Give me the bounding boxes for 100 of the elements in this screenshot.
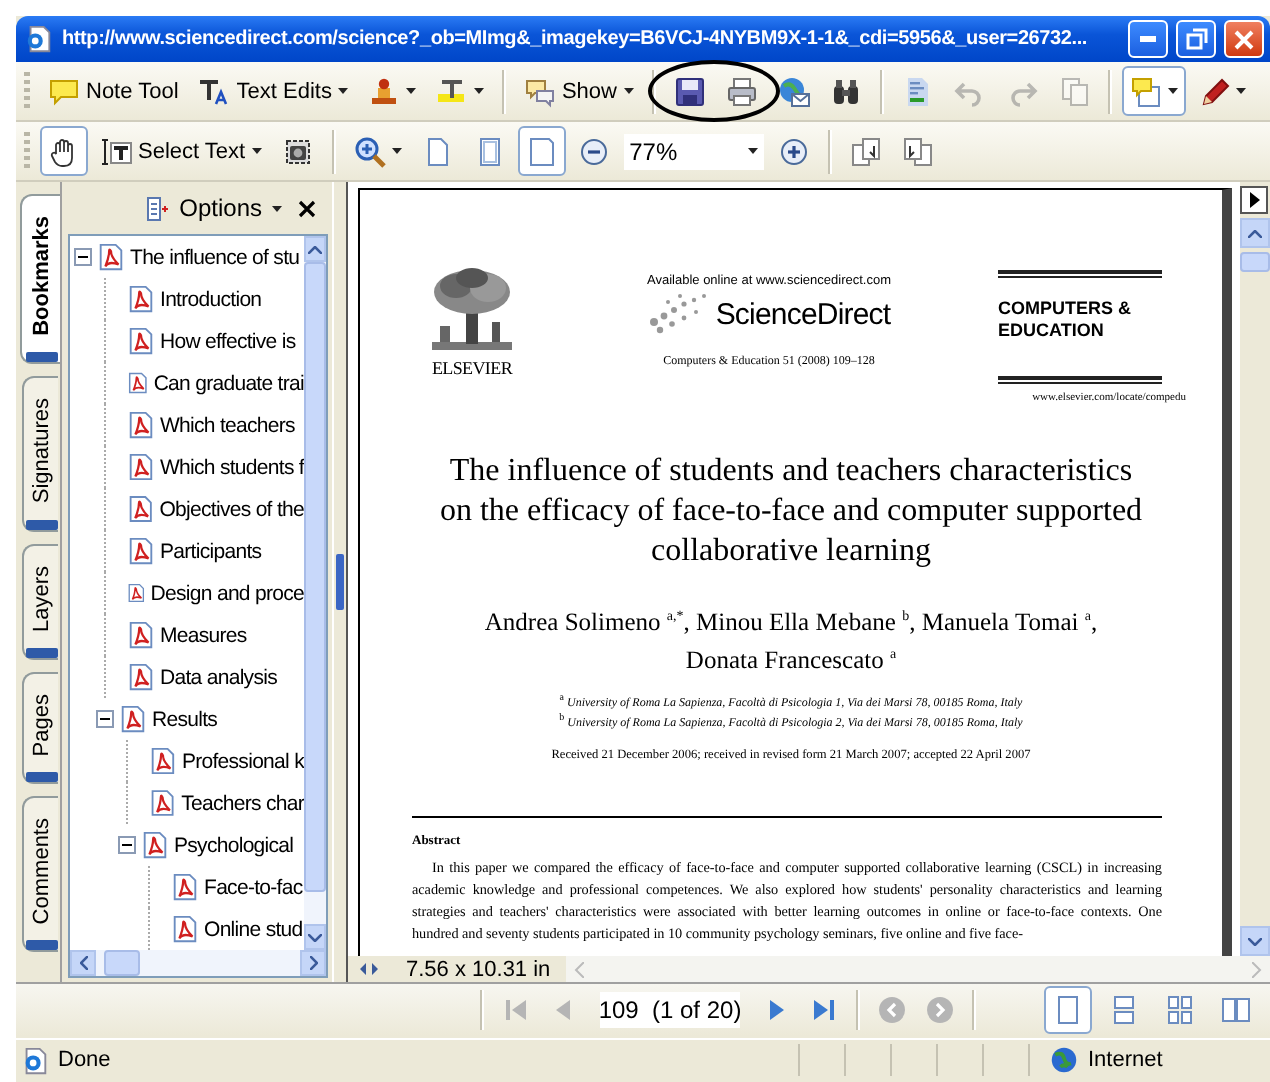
bookmark-item[interactable]: Participants — [70, 530, 304, 572]
browser-page-icon — [20, 1045, 50, 1075]
show-button[interactable]: Show — [515, 66, 641, 116]
minimize-button[interactable] — [1128, 20, 1168, 58]
minus-circle-icon — [577, 135, 610, 167]
caret-icon — [1167, 88, 1177, 94]
side-tab[interactable]: Bookmarks — [20, 194, 60, 364]
side-tab[interactable]: Signatures — [22, 375, 58, 532]
bookmark-item[interactable]: Psychological — [70, 824, 304, 866]
bookmark-item[interactable]: Which students f — [70, 446, 304, 488]
caret-icon — [391, 148, 402, 154]
splitter[interactable] — [332, 182, 346, 982]
side-tab[interactable]: Pages — [22, 671, 58, 784]
single-page-button[interactable] — [1044, 986, 1092, 1034]
scroll-right-button[interactable] — [300, 950, 326, 976]
plus-circle-icon — [777, 135, 810, 167]
bookmark-item[interactable]: Data analysis — [70, 656, 304, 698]
security-zone: Internet — [1088, 1048, 1163, 1072]
bookmark-item[interactable]: The influence of stu — [70, 236, 304, 278]
status-text: Done — [58, 1048, 113, 1072]
journal-name: COMPUTERS & EDUCATION — [998, 298, 1134, 343]
page-icon — [525, 135, 558, 167]
options-icon — [145, 195, 170, 221]
highlighter-icon — [435, 75, 468, 107]
bookmark-icon — [126, 494, 156, 524]
binoculars-icon — [829, 75, 861, 107]
window-title: http://www.sciencedirect.com/science?_ob=MImg&_imagekey=B6VCJ-4NYBM9X-1-1&_cdi=5956&_user=26732... — [62, 28, 1089, 50]
bookmark-item[interactable]: Design and proce — [70, 572, 304, 614]
pages-icon — [901, 135, 934, 167]
pages-icon — [849, 135, 882, 167]
bookmark-icon — [126, 662, 156, 692]
hand-tool-button[interactable] — [40, 126, 88, 176]
author-list: Andrea Solimeno $^{a,*}$, Minou Ella Mebane $^{b}$, Manuela Tomai $^{a}$, Donata Francescato $^{a}$ — [360, 599, 1222, 676]
bookmark-item[interactable]: Face-to-fac — [70, 866, 304, 908]
bookmark-item[interactable]: Professional k — [70, 740, 304, 782]
page-layout-icon — [1164, 994, 1196, 1026]
options-button[interactable]: Options — [145, 194, 282, 222]
bookmark-item[interactable]: Results — [70, 698, 304, 740]
text-edits-button[interactable]: Text Edits — [190, 66, 356, 116]
side-tab[interactable]: Comments — [22, 795, 58, 952]
minimize-icon — [1140, 36, 1156, 42]
camera-icon — [281, 135, 314, 167]
scroll-thumb[interactable] — [104, 950, 140, 976]
triangle-arrow-icon — [808, 994, 840, 1026]
splitter-handle[interactable] — [336, 554, 344, 610]
bookmark-icon — [126, 326, 156, 356]
bookmark-item[interactable]: Can graduate trai — [70, 362, 304, 404]
panel-toggle-button[interactable] — [1240, 186, 1268, 214]
bookmark-item[interactable]: Introduction — [70, 278, 304, 320]
side-tab[interactable]: Layers — [22, 543, 58, 660]
comment-icon — [523, 75, 556, 107]
close-button[interactable] — [298, 199, 316, 217]
fit-width-button[interactable] — [517, 126, 566, 176]
publisher-name: ELSEVIER — [431, 358, 513, 378]
caret-icon — [337, 88, 348, 94]
zoom-field[interactable]: 77% — [623, 133, 764, 169]
magnifier-icon — [353, 135, 386, 167]
select-text-button[interactable]: Select Text — [92, 126, 270, 176]
horizontal-scrollbar[interactable] — [566, 956, 1270, 982]
close-icon — [298, 199, 316, 217]
collapse-icon[interactable] — [96, 710, 114, 728]
restore-button[interactable] — [1176, 20, 1216, 58]
scroll-left-button[interactable] — [70, 950, 96, 976]
caret-icon — [623, 88, 633, 94]
caret-icon — [747, 148, 758, 154]
collapse-icon[interactable] — [74, 248, 92, 266]
right-triangle-icon — [1249, 192, 1259, 208]
bookmark-icon — [170, 872, 200, 902]
bookmark-icon — [126, 536, 156, 566]
bookmark-icon — [126, 452, 156, 482]
bookmark-icon — [126, 620, 156, 650]
bookmark-item[interactable]: Objectives of the — [70, 488, 304, 530]
bookmark-icon — [170, 914, 200, 944]
scroll-up-button[interactable] — [304, 236, 326, 262]
caret-icon — [1235, 88, 1245, 94]
scroll-thumb[interactable] — [1240, 252, 1270, 272]
page-number-field[interactable]: 109 (1 of 20) — [600, 992, 740, 1028]
vertical-scrollbar[interactable] — [1240, 182, 1270, 956]
bookmark-icon — [96, 242, 126, 272]
triangle-arrow-icon — [500, 994, 532, 1026]
note-tool-button[interactable]: Note Tool — [40, 66, 187, 116]
resize-arrows-icon — [360, 960, 378, 978]
dots-logo-icon — [647, 292, 708, 336]
globe-envelope-icon — [777, 75, 809, 107]
scroll-down-button[interactable] — [304, 924, 326, 950]
close-icon — [1234, 29, 1254, 49]
bookmark-item[interactable]: Measures — [70, 614, 304, 656]
bookmark-item[interactable]: Which teachers — [70, 404, 304, 446]
brand-name: ScienceDirect — [715, 297, 891, 331]
horizontal-scrollbar[interactable] — [70, 950, 326, 976]
bookmark-icon — [140, 830, 170, 860]
documents-icon — [1057, 75, 1089, 107]
bookmark-item[interactable]: Teachers char — [70, 782, 304, 824]
page-size: 7.56 x 10.31 in — [406, 957, 551, 981]
bookmark-icon — [126, 578, 147, 608]
bookmark-icon — [118, 704, 148, 734]
bookmark-item[interactable]: How effective is — [70, 320, 304, 362]
scroll-up-button[interactable] — [1240, 218, 1270, 248]
scroll-down-button[interactable] — [1240, 926, 1270, 956]
collapse-icon[interactable] — [118, 836, 136, 854]
